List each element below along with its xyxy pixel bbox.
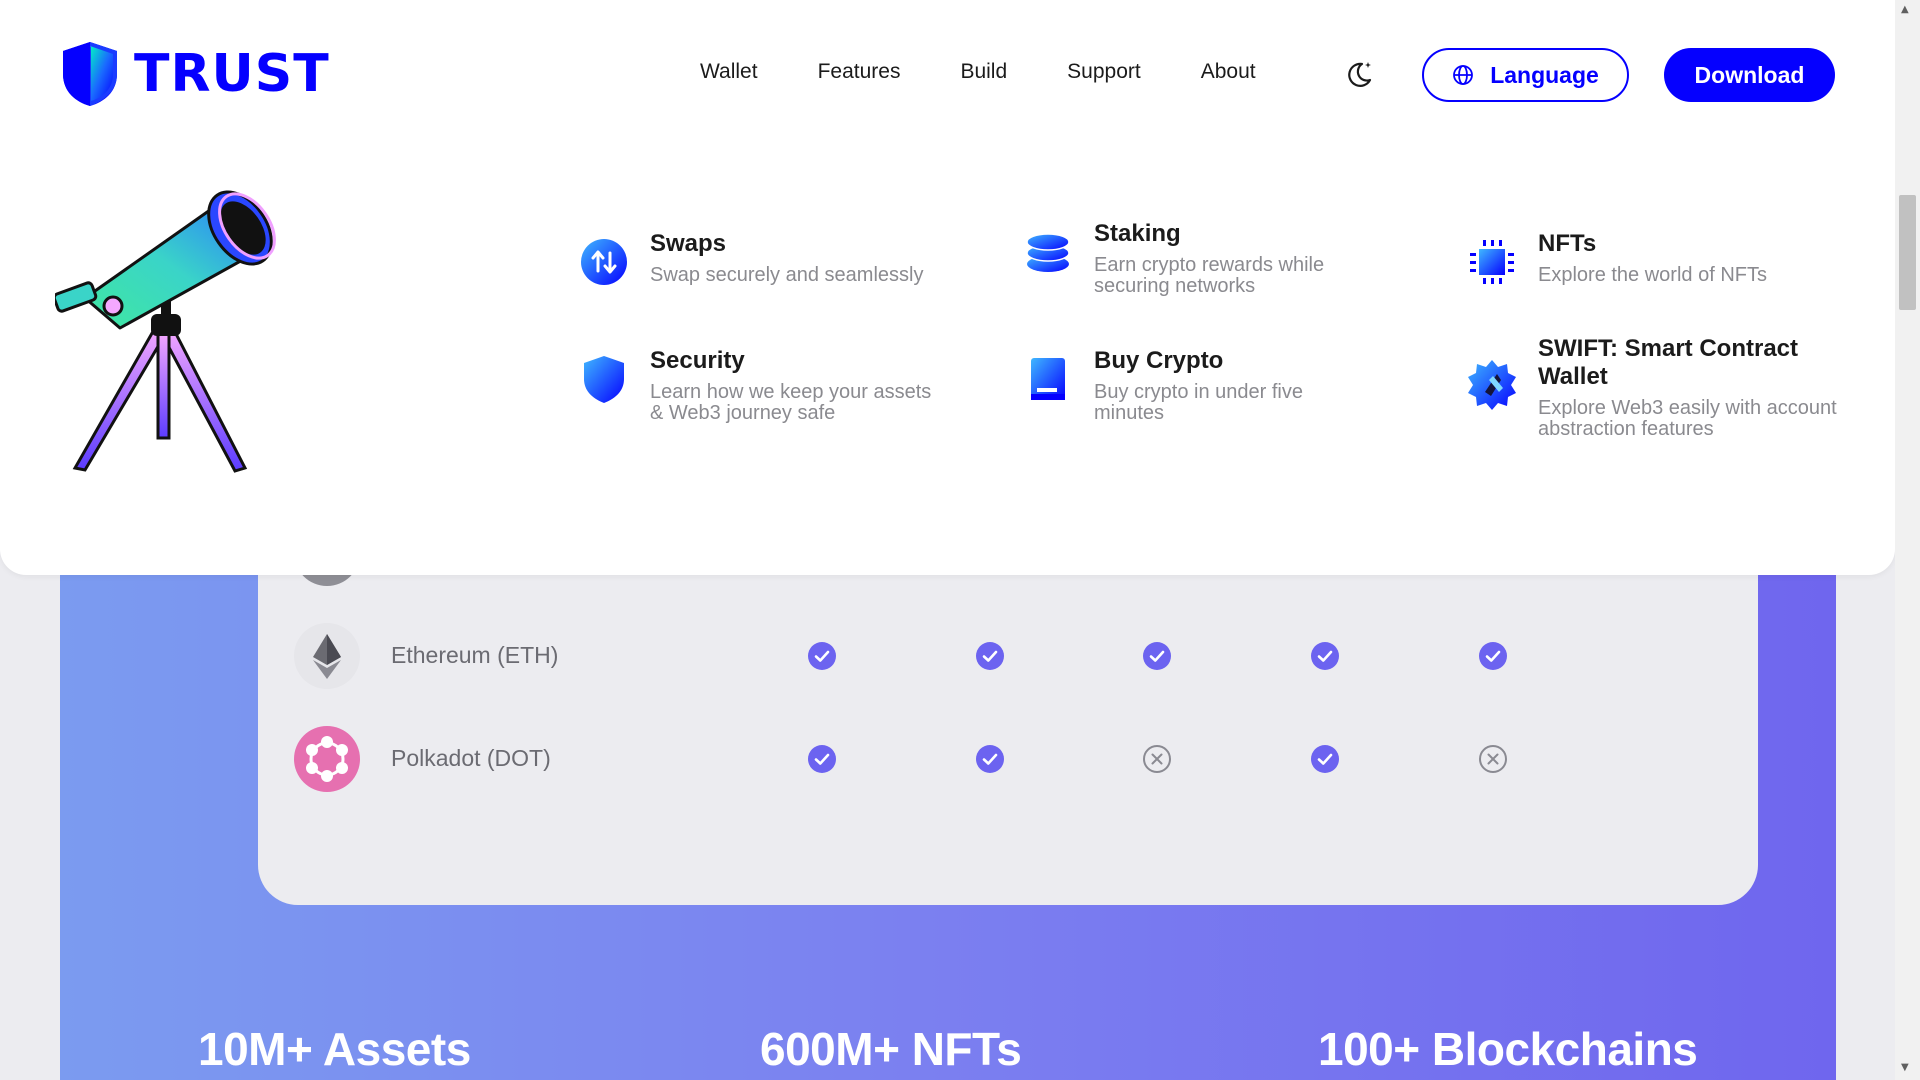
check-icon [1479,642,1507,670]
shield-icon [576,351,632,407]
menu-title-swaps: Swaps [650,230,727,257]
logo-wordmark: TRUST [134,44,330,104]
menu-desc-nfts: Explore the world of NFTs [1538,264,1767,286]
download-button[interactable]: Download [1664,48,1835,102]
menu-item-swaps[interactable]: Swaps Swap securely and seamlessly [576,230,996,290]
table-row: Ethereum (ETH) [258,616,1758,696]
menu-desc-security: Learn how we keep your assets & Web3 jou… [650,381,932,424]
support-check [807,641,837,671]
card-icon [1020,351,1076,407]
theme-toggle-button[interactable] [1342,58,1376,92]
globe-icon [1453,65,1474,85]
support-cross [1142,744,1172,774]
nft-icon [1464,234,1520,290]
menu-desc-staking: Earn crypto rewards while securing netwo… [1094,254,1325,297]
menu-item-security[interactable]: Security Learn how we keep your assets &… [576,347,936,424]
menu-item-buy-crypto[interactable]: Buy Crypto Buy crypto in under five minu… [1020,347,1350,424]
nav-about[interactable]: About [1201,60,1256,84]
menu-desc-buy-crypto: Buy crypto in under five minutes [1094,381,1303,424]
menu-item-staking[interactable]: Staking Earn crypto rewards while securi… [1020,220,1330,297]
menu-item-nfts[interactable]: NFTs Explore the world of NFTs [1464,230,1844,290]
support-check [1310,744,1340,774]
language-label: Language [1490,61,1599,88]
stat-assets: 10M+ Assets [198,1023,471,1075]
header-dropdown-panel: TRUST Wallet Features Build Support Abou… [0,0,1895,575]
cross-icon [1479,745,1507,773]
moon-icon [1348,62,1372,87]
check-icon [1311,642,1339,670]
menu-desc-swaps: Swap securely and seamlessly [650,264,924,286]
stat-blockchains: 100+ Blockchains [1318,1023,1698,1075]
menu-item-swift[interactable]: SWIFT: Smart Contract Wallet Explore Web… [1464,335,1839,440]
menu-title-nfts: NFTs [1538,230,1597,257]
support-cross [1478,744,1508,774]
scroll-thumb[interactable] [1899,195,1916,310]
nav-build[interactable]: Build [960,60,1007,84]
menu-title-swift: SWIFT: Smart Contract Wallet [1538,335,1799,390]
nav-wallet[interactable]: Wallet [700,60,758,84]
support-check [807,744,837,774]
trust-logo[interactable]: TRUST [60,40,330,108]
support-check [975,744,1005,774]
menu-desc-swift: Explore Web3 easily with account abstrac… [1538,397,1837,440]
scroll-up-icon[interactable]: ▲ [1901,4,1909,15]
nav-features[interactable]: Features [818,60,901,84]
main-nav: Wallet Features Build Support About [700,60,1316,84]
scroll-down-icon[interactable]: ▼ [1901,1062,1909,1073]
swift-icon [1464,357,1520,413]
support-check [1310,641,1340,671]
check-icon [808,642,836,670]
nav-support[interactable]: Support [1067,60,1141,84]
check-icon [808,745,836,773]
coins-stack-icon [1020,224,1076,280]
support-check [975,641,1005,671]
telescope-illustration [55,190,276,473]
support-check [1142,641,1172,671]
table-row: Polkadot (DOT) [258,719,1758,799]
check-icon [976,642,1004,670]
menu-title-staking: Staking [1094,220,1181,247]
check-icon [976,745,1004,773]
language-button[interactable]: Language [1422,48,1629,102]
check-icon [1311,745,1339,773]
shield-logo-icon [63,42,117,106]
swap-icon [576,234,632,290]
stat-nfts: 600M+ NFTs [760,1023,1022,1075]
coin-name: Polkadot (DOT) [391,745,551,771]
check-icon [1143,642,1171,670]
page-scrollbar[interactable]: ▲ ▼ [1895,0,1920,1080]
support-check [1478,641,1508,671]
coin-name: Ethereum (ETH) [391,642,559,668]
ethereum-icon [293,622,361,690]
cross-icon [1143,745,1171,773]
polkadot-icon [293,725,361,793]
menu-title-buy-crypto: Buy Crypto [1094,347,1224,374]
menu-title-security: Security [650,347,745,374]
